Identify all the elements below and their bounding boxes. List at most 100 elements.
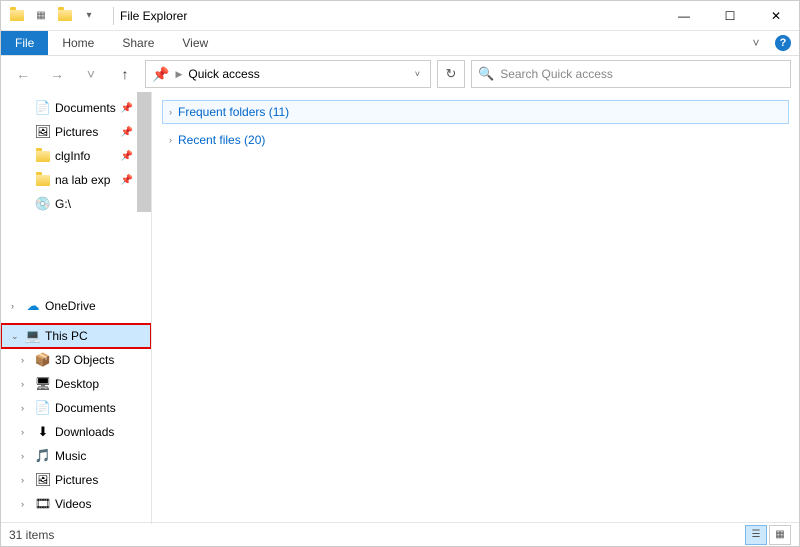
desktop-icon: 🖥: [35, 376, 51, 392]
pin-icon: 📌: [121, 151, 133, 162]
pictures-icon: 🖼: [35, 472, 51, 488]
download-icon: ⬇: [35, 424, 51, 440]
close-button[interactable]: ✕: [753, 1, 799, 31]
tree-label: G:\: [55, 197, 71, 211]
tree-item-documents2[interactable]: › 📄 Documents: [1, 396, 151, 420]
expand-icon[interactable]: ›: [21, 403, 31, 413]
group-label: Frequent folders (11): [178, 105, 289, 119]
expand-icon[interactable]: ›: [21, 475, 31, 485]
help-icon: ?: [775, 35, 791, 51]
maximize-button[interactable]: ☐: [707, 1, 753, 31]
qat-newfolder-icon[interactable]: [55, 6, 75, 26]
search-icon: 🔍: [478, 66, 494, 82]
view-large-icons-button[interactable]: ▦: [769, 525, 791, 545]
group-frequent-folders[interactable]: › Frequent folders (11): [162, 100, 789, 124]
tree-label: Desktop: [55, 377, 99, 391]
expand-icon[interactable]: ›: [21, 499, 31, 509]
scroll-thumb[interactable]: [137, 92, 151, 212]
tab-view[interactable]: View: [168, 31, 222, 55]
group-recent-files[interactable]: › Recent files (20): [162, 128, 789, 152]
tree-label: na lab exp: [55, 173, 110, 187]
recent-locations-button[interactable]: ˅: [77, 60, 105, 88]
tree-label: Documents: [55, 401, 116, 415]
chevron-right-icon: ›: [169, 135, 172, 145]
tree-item-clginfo[interactable]: clgInfo 📌: [1, 144, 151, 168]
qat-customize-icon[interactable]: ▾: [79, 6, 99, 26]
back-button[interactable]: ←: [9, 60, 37, 88]
tree-gap: [1, 216, 151, 294]
tree-item-thispc[interactable]: ⌄ 💻 This PC: [1, 324, 151, 348]
status-bar: 31 items ☰ ▦: [1, 522, 799, 546]
expand-icon[interactable]: ›: [21, 355, 31, 365]
pin-icon: 📌: [121, 127, 133, 138]
view-details-button[interactable]: ☰: [745, 525, 767, 545]
window-title: File Explorer: [120, 9, 187, 23]
ribbon-bar: File Home Share View ˅ ?: [1, 31, 799, 56]
breadcrumb-separator-icon[interactable]: ▶: [175, 69, 182, 80]
navigation-pane: 📄 Documents 📌 🖼 Pictures 📌 clgInfo 📌 na …: [1, 92, 151, 524]
tree-item-3dobjects[interactable]: › 📦 3D Objects: [1, 348, 151, 372]
tree-label: Pictures: [55, 473, 98, 487]
collapse-ribbon-icon[interactable]: ˅: [741, 31, 771, 55]
tree-label: Documents: [55, 101, 116, 115]
address-dropdown-icon[interactable]: ˅: [411, 69, 424, 79]
forward-button[interactable]: →: [43, 60, 71, 88]
folder-icon: [35, 148, 51, 164]
drive-icon: 💿: [35, 196, 51, 212]
pin-icon: 📌: [121, 175, 133, 186]
pictures-icon: 🖼: [35, 124, 51, 140]
tree-item-downloads[interactable]: › ⬇ Downloads: [1, 420, 151, 444]
help-button[interactable]: ?: [771, 31, 795, 55]
chevron-right-icon: ›: [169, 107, 172, 117]
music-icon: 🎵: [35, 448, 51, 464]
tree-item-documents[interactable]: 📄 Documents 📌: [1, 96, 151, 120]
tree-item-pictures[interactable]: 🖼 Pictures 📌: [1, 120, 151, 144]
tree-label: Downloads: [55, 425, 114, 439]
tree-label: clgInfo: [55, 149, 90, 163]
search-box[interactable]: 🔍: [471, 60, 791, 88]
tree-item-nalabexp[interactable]: na lab exp 📌: [1, 168, 151, 192]
video-icon: 🎞: [35, 496, 51, 512]
tab-share[interactable]: Share: [108, 31, 168, 55]
expand-icon[interactable]: ›: [11, 301, 21, 311]
refresh-button[interactable]: ↻: [437, 60, 465, 88]
tree-item-g-drive[interactable]: 💿 G:\: [1, 192, 151, 216]
navpane-scrollbar[interactable]: [137, 92, 151, 524]
breadcrumb[interactable]: Quick access: [188, 67, 259, 81]
collapse-icon[interactable]: ⌄: [11, 331, 21, 342]
pc-icon: 💻: [25, 328, 41, 344]
tab-home[interactable]: Home: [48, 31, 108, 55]
tree-item-pictures2[interactable]: › 🖼 Pictures: [1, 468, 151, 492]
tree-label: Pictures: [55, 125, 98, 139]
status-item-count: 31 items: [9, 528, 54, 542]
cloud-icon: ☁: [25, 298, 41, 314]
expand-icon[interactable]: ›: [21, 427, 31, 437]
tree-item-onedrive[interactable]: › ☁ OneDrive: [1, 294, 151, 318]
quick-access-toolbar: ▦ ▾: [31, 6, 99, 26]
minimize-button[interactable]: —: [661, 1, 707, 31]
tree-label: 3D Objects: [55, 353, 114, 367]
tree-item-music[interactable]: › 🎵 Music: [1, 444, 151, 468]
expand-icon[interactable]: ›: [21, 379, 31, 389]
tree-label: Videos: [55, 497, 91, 511]
address-bar[interactable]: 📌 ▶ Quick access ˅: [145, 60, 431, 88]
document-icon: 📄: [35, 100, 51, 116]
window-controls: — ☐ ✕: [661, 1, 799, 31]
tree-label: This PC: [45, 329, 88, 343]
tree-item-desktop[interactable]: › 🖥 Desktop: [1, 372, 151, 396]
expand-icon[interactable]: ›: [21, 451, 31, 461]
up-button[interactable]: ↑: [111, 60, 139, 88]
search-input[interactable]: [500, 67, 784, 81]
app-icon: [9, 8, 25, 24]
tree-label: Music: [55, 449, 86, 463]
file-tab[interactable]: File: [1, 31, 48, 55]
document-icon: 📄: [35, 400, 51, 416]
titlebar-divider: [113, 7, 114, 25]
folder-icon: [35, 172, 51, 188]
group-label: Recent files (20): [178, 133, 265, 147]
qat-properties-icon[interactable]: ▦: [31, 6, 51, 26]
3dobjects-icon: 📦: [35, 352, 51, 368]
tree-item-videos[interactable]: › 🎞 Videos: [1, 492, 151, 516]
tree: 📄 Documents 📌 🖼 Pictures 📌 clgInfo 📌 na …: [1, 92, 151, 520]
pin-icon: 📌: [121, 103, 133, 114]
